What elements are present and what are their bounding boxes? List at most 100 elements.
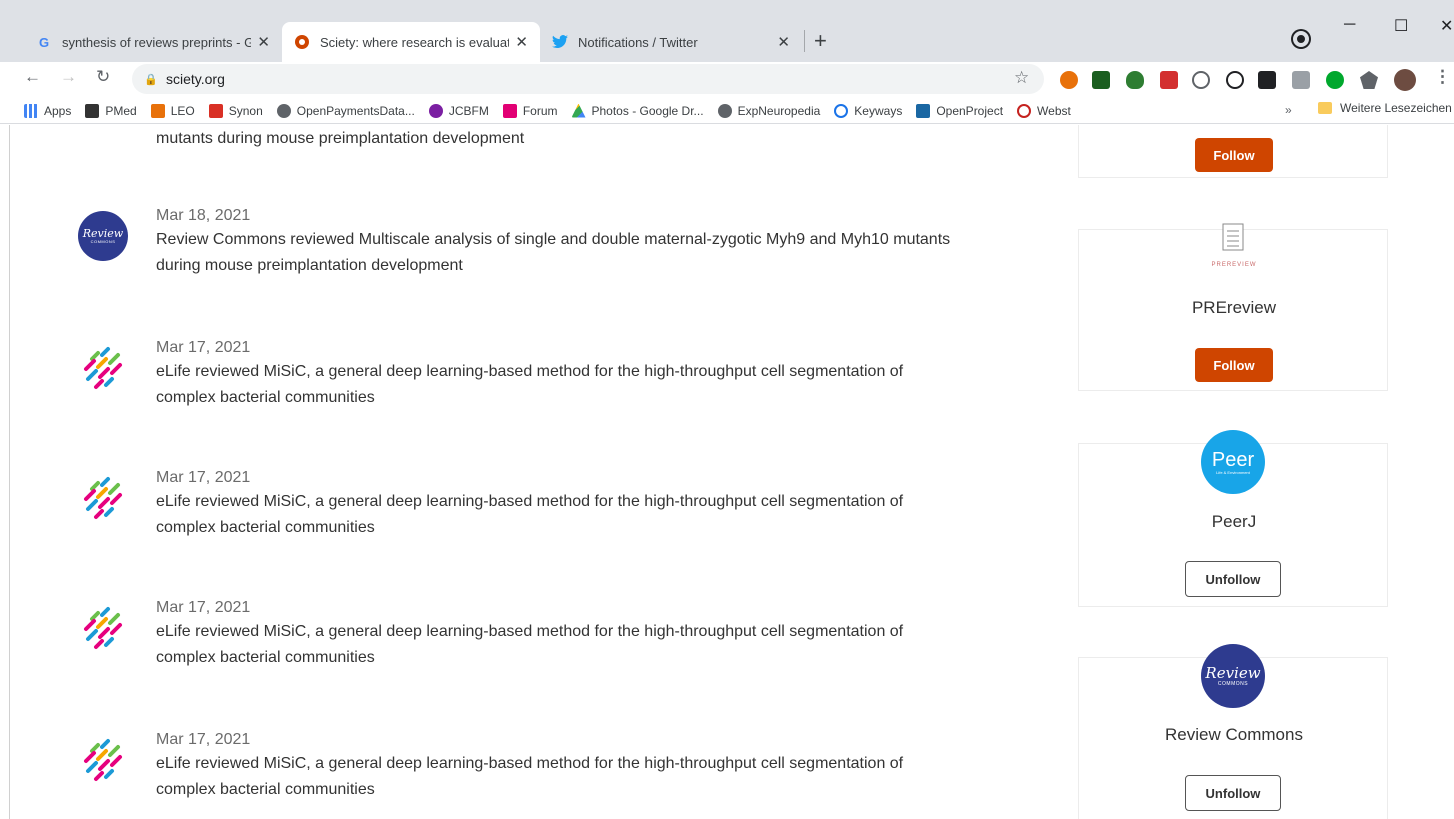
- feed-item-date: Mar 18, 2021: [156, 207, 251, 224]
- tab-twitter[interactable]: Notifications / Twitter ✕: [540, 22, 802, 62]
- group-card-prereview: PREREVIEW PREreview Follow: [1078, 223, 1389, 391]
- group-card-review-commons: Review COMMONS Review Commons Unfollow: [1078, 644, 1389, 819]
- page-edge: [9, 125, 10, 819]
- other-bookmarks-folder[interactable]: Weitere Lesezeichen: [1318, 101, 1452, 115]
- logo-text: Peer: [1211, 448, 1255, 471]
- follow-button[interactable]: Follow: [1195, 138, 1273, 172]
- bookmark-label: OpenPaymentsData...: [296, 103, 415, 118]
- elife-avatar: [84, 477, 122, 519]
- logo-subtext: Life & Environment: [1216, 469, 1250, 475]
- bookmark-forum[interactable]: Forum: [502, 103, 558, 118]
- bookmark-openpayments[interactable]: OpenPaymentsData...: [276, 103, 415, 118]
- feed-item-text: mutants during mouse preimplantation dev…: [156, 130, 525, 147]
- extension-icon[interactable]: [1160, 71, 1178, 89]
- bookmark-leo[interactable]: LEO: [150, 103, 195, 118]
- avatar-icon[interactable]: [1394, 69, 1416, 91]
- feed-item-date: Mar 17, 2021: [156, 469, 251, 486]
- bookmark-label: JCBFM: [448, 103, 489, 118]
- tab-strip: G synthesis of reviews preprints - G ✕ S…: [0, 0, 1454, 62]
- bookmark-label: Synon: [228, 103, 263, 118]
- feed-item-text[interactable]: Review Commons reviewed Multiscale analy…: [156, 227, 956, 279]
- more-bookmarks-button[interactable]: »: [1285, 103, 1292, 117]
- feed-item-text[interactable]: eLife reviewed MiSiC, a general deep lea…: [156, 751, 956, 803]
- profile-icon[interactable]: [1293, 31, 1309, 47]
- logo-text: Review: [1205, 663, 1261, 682]
- evernote-icon[interactable]: [1326, 71, 1344, 89]
- feed-item-text[interactable]: eLife reviewed MiSiC, a general deep lea…: [156, 619, 956, 671]
- new-tab-button[interactable]: +: [814, 28, 827, 54]
- tab-separator: [804, 30, 805, 52]
- maximize-icon[interactable]: ☐: [1394, 16, 1408, 36]
- close-icon[interactable]: ✕: [515, 33, 528, 51]
- reload-icon[interactable]: ↻: [96, 67, 110, 87]
- bookmarks-bar: Apps PMed LEO Synon OpenPaymentsData... …: [0, 98, 1454, 124]
- forward-icon[interactable]: →: [60, 67, 77, 87]
- feed-item-text[interactable]: eLife reviewed MiSiC, a general deep lea…: [156, 359, 956, 411]
- back-icon[interactable]: ←: [24, 67, 41, 87]
- openproject-icon: [916, 103, 931, 118]
- google-drive-icon: [571, 103, 586, 118]
- bookmark-webst[interactable]: Webst: [1017, 103, 1071, 118]
- elife-avatar: [84, 347, 122, 389]
- address-bar[interactable]: 🔒 sciety.org: [132, 64, 1044, 94]
- unfollow-button[interactable]: Unfollow: [1185, 561, 1281, 597]
- bookmark-label: Photos - Google Dr...: [591, 103, 704, 118]
- group-card: Follow: [1078, 125, 1388, 178]
- puzzle-icon[interactable]: [1360, 71, 1378, 89]
- jcbfm-icon: [428, 103, 443, 118]
- tab-sciety[interactable]: Sciety: where research is evaluat ✕: [282, 22, 540, 62]
- review-commons-avatar: Review COMMONS: [78, 211, 128, 261]
- extension-icon[interactable]: [1060, 71, 1078, 89]
- group-name[interactable]: Review Commons: [1079, 725, 1389, 745]
- group-name[interactable]: PeerJ: [1079, 512, 1389, 532]
- bookmark-label: Webst: [1037, 103, 1071, 118]
- folder-icon: [1318, 102, 1332, 114]
- synon-icon: [208, 103, 223, 118]
- feed-item-date: Mar 17, 2021: [156, 339, 251, 356]
- bookmark-jcbfm[interactable]: JCBFM: [428, 103, 489, 118]
- group-name[interactable]: PREreview: [1079, 298, 1389, 318]
- elife-avatar: [84, 739, 122, 781]
- bookmark-label: Weitere Lesezeichen: [1340, 101, 1452, 115]
- bookmark-apps[interactable]: Apps: [24, 103, 72, 118]
- bookmark-label: Apps: [44, 103, 72, 118]
- bookmark-label: Keyways: [854, 103, 903, 118]
- info-icon[interactable]: [1226, 71, 1244, 89]
- feed-item-text[interactable]: eLife reviewed MiSiC, a general deep lea…: [156, 489, 956, 541]
- google-icon: G: [38, 34, 50, 50]
- webst-icon: [1017, 103, 1032, 118]
- bookmark-pmed[interactable]: PMed: [85, 103, 137, 118]
- avatar-text: Review: [82, 227, 124, 240]
- bookmark-photos[interactable]: Photos - Google Dr...: [571, 103, 704, 118]
- lock-icon: 🔒: [144, 74, 158, 86]
- pmed-icon: [85, 103, 100, 118]
- bookmark-keyways[interactable]: Keyways: [834, 103, 903, 118]
- unfollow-button[interactable]: Unfollow: [1185, 775, 1281, 811]
- tab-title: Notifications / Twitter: [578, 34, 698, 50]
- extension-icon[interactable]: [1258, 71, 1276, 89]
- minimize-icon[interactable]: ─: [1344, 16, 1355, 34]
- follow-button[interactable]: Follow: [1195, 348, 1273, 382]
- bookmark-label: PMed: [105, 103, 137, 118]
- extension-icon[interactable]: [1192, 71, 1210, 89]
- extension-icon[interactable]: [1092, 71, 1110, 89]
- close-window-icon[interactable]: ✕: [1440, 16, 1453, 36]
- close-icon[interactable]: ✕: [777, 33, 790, 51]
- bookmark-star-icon[interactable]: ☆: [1014, 68, 1029, 88]
- bookmark-label: OpenProject: [936, 103, 1004, 118]
- bookmark-synon[interactable]: Synon: [208, 103, 263, 118]
- close-icon[interactable]: ✕: [257, 33, 270, 51]
- shield-icon[interactable]: [1126, 71, 1144, 89]
- feed-item-date: Mar 17, 2021: [156, 731, 251, 748]
- review-commons-logo: Review COMMONS: [1201, 644, 1265, 708]
- bookmark-expneuropedia[interactable]: ExpNeuropedia: [717, 103, 821, 118]
- tab-google-search[interactable]: G synthesis of reviews preprints - G ✕: [24, 22, 282, 62]
- page-content: mutants during mouse preimplantation dev…: [0, 125, 1454, 819]
- bookmark-label: ExpNeuropedia: [737, 103, 821, 118]
- menu-icon[interactable]: ⋮: [1434, 67, 1451, 87]
- bookmark-openproject[interactable]: OpenProject: [916, 103, 1004, 118]
- group-card-peerj: Peer Life & Environment PeerJ Unfollow: [1078, 430, 1389, 607]
- leo-icon: [150, 103, 165, 118]
- elife-avatar: [84, 607, 122, 649]
- extension-icon[interactable]: [1292, 71, 1310, 89]
